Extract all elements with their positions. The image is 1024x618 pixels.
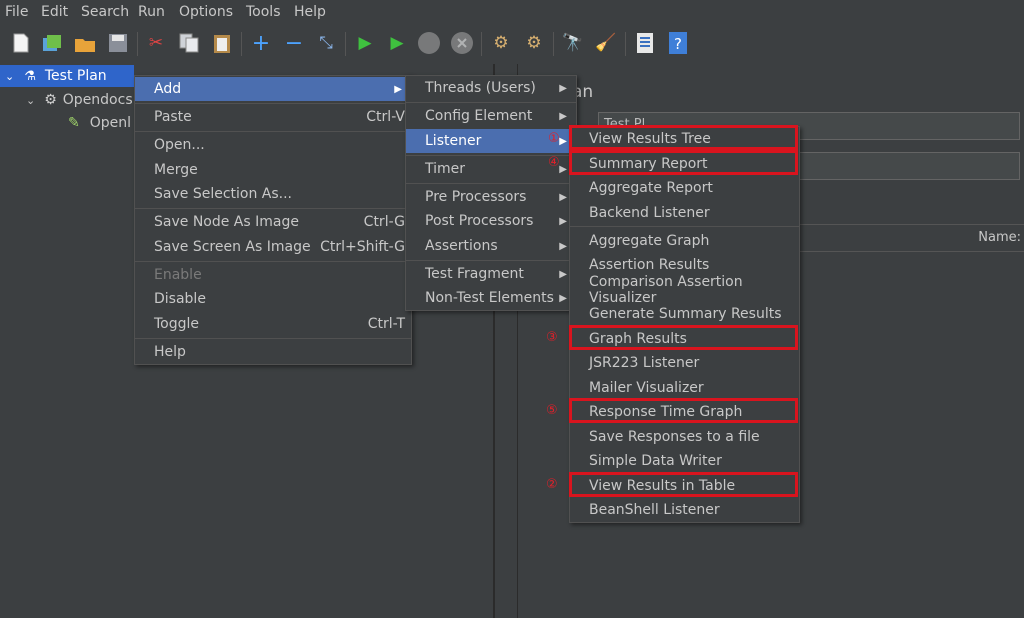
chevron-right-icon: ▶ — [559, 110, 567, 122]
listener-item-mailer-visualizer[interactable]: Mailer Visualizer — [570, 376, 799, 400]
tree-node-sampler[interactable]: ✎ Openl — [68, 112, 131, 134]
menu-tools[interactable]: Tools — [246, 4, 281, 20]
chevron-right-icon: ▶ — [559, 240, 567, 252]
paste-icon[interactable] — [210, 31, 234, 55]
svg-text:?: ? — [674, 35, 682, 53]
flask-icon: ⚗ — [24, 68, 36, 84]
submenu-item-post-processors[interactable]: Post Processors ▶ — [406, 209, 576, 233]
listener-item-save-responses[interactable]: Save Responses to a file — [570, 425, 799, 449]
shutdown-icon[interactable] — [450, 31, 474, 55]
marker-3: ③ — [546, 330, 558, 345]
menu-item-paste[interactable]: Paste Ctrl-V — [135, 105, 411, 129]
menu-run[interactable]: Run — [138, 4, 165, 20]
toolbar: ✂ + − ⤡ ▶ ▶ ⚙ ⚙ 🔭 🧹 ? — [0, 26, 1024, 62]
menu-item-save-selection[interactable]: Save Selection As... — [135, 182, 411, 206]
tree-node-test-plan[interactable]: ⌄ ⚗ Test Plan — [0, 65, 134, 87]
context-menu: Add ▶ Paste Ctrl-V Open... Merge Save Sele… — [134, 75, 412, 365]
expand-icon[interactable]: + — [249, 31, 273, 56]
submenu-item-config-element[interactable]: Config Element ▶ — [406, 104, 576, 128]
marker-5: ⑤ — [546, 403, 558, 418]
gear-icon: ⚙ — [44, 92, 57, 108]
menu-options[interactable]: Options — [179, 4, 233, 20]
marker-2: ② — [546, 477, 558, 492]
menu-help[interactable]: Help — [294, 4, 326, 20]
clear-all-icon[interactable]: ⚙ — [522, 31, 546, 55]
listener-item-backend-listener[interactable]: Backend Listener — [570, 201, 799, 225]
save-icon[interactable] — [106, 31, 130, 55]
listener-item-view-results-in-table[interactable]: View Results in Table — [570, 474, 799, 498]
menu-item-help[interactable]: Help — [135, 340, 411, 364]
menu-file[interactable]: File — [5, 4, 28, 20]
reset-search-icon[interactable]: 🧹 — [594, 31, 618, 55]
listener-item-jsr223-listener[interactable]: JSR223 Listener — [570, 351, 799, 375]
chevron-right-icon: ▶ — [559, 268, 567, 280]
help-icon[interactable]: ? — [666, 31, 690, 55]
stop-icon[interactable] — [417, 31, 441, 55]
marker-4: ④ — [548, 155, 560, 170]
submenu-item-assertions[interactable]: Assertions ▶ — [406, 234, 576, 258]
clear-icon[interactable]: ⚙ — [489, 31, 513, 55]
start-no-pauses-icon[interactable]: ▶ — [385, 31, 409, 55]
chevron-right-icon: ▶ — [559, 135, 567, 147]
listener-submenu: View Results Tree Summary Report Aggrega… — [569, 126, 800, 523]
search-icon[interactable]: 🔭 — [561, 31, 585, 55]
collapse-icon[interactable]: − — [282, 31, 306, 56]
submenu-item-pre-processors[interactable]: Pre Processors ▶ — [406, 185, 576, 209]
menu-item-open[interactable]: Open... — [135, 133, 411, 157]
listener-item-generate-summary-results[interactable]: Generate Summary Results — [570, 302, 799, 326]
tree-node-thread-group[interactable]: ⌄ ⚙ Opendocs — [26, 89, 133, 111]
function-helper-icon[interactable] — [633, 31, 657, 55]
chevron-right-icon: ▶ — [559, 215, 567, 227]
listener-item-response-time-graph[interactable]: Response Time Graph — [570, 400, 799, 424]
chevron-down-icon[interactable]: ⌄ — [5, 70, 14, 83]
menu-item-disable[interactable]: Disable — [135, 287, 411, 311]
templates-icon[interactable] — [40, 31, 64, 55]
submenu-item-threads[interactable]: Threads (Users) ▶ — [406, 76, 576, 100]
cut-icon[interactable]: ✂ — [144, 31, 168, 55]
start-icon[interactable]: ▶ — [353, 31, 377, 55]
menu-item-save-node-image[interactable]: Save Node As Image Ctrl-G — [135, 210, 411, 234]
listener-item-graph-results[interactable]: Graph Results — [570, 327, 799, 351]
marker-1: ① — [548, 131, 560, 146]
menu-edit[interactable]: Edit — [41, 4, 68, 20]
listener-item-comparison-assertion-visualizer[interactable]: Comparison Assertion Visualizer — [570, 274, 799, 306]
chevron-right-icon: ▶ — [559, 292, 567, 304]
menu-item-toggle[interactable]: Toggle Ctrl-T — [135, 312, 411, 336]
submenu-item-non-test-elements[interactable]: Non-Test Elements ▶ — [406, 286, 576, 310]
listener-item-aggregate-report[interactable]: Aggregate Report — [570, 176, 799, 200]
open-icon[interactable] — [73, 31, 97, 55]
listener-item-beanshell-listener[interactable]: BeanShell Listener — [570, 498, 799, 522]
new-icon[interactable] — [9, 31, 33, 55]
menu-bar: File Edit Search Run Options Tools Help — [0, 0, 1024, 24]
chevron-right-icon: ▶ — [559, 191, 567, 203]
toggle-icon[interactable]: ⤡ — [314, 31, 338, 55]
copy-icon[interactable] — [177, 31, 201, 55]
chevron-right-icon: ▶ — [394, 83, 402, 95]
submenu-item-test-fragment[interactable]: Test Fragment ▶ — [406, 262, 576, 286]
menu-item-enable: Enable — [154, 267, 202, 283]
menu-search[interactable]: Search — [81, 4, 129, 20]
listener-item-summary-report[interactable]: Summary Report — [570, 152, 799, 176]
chevron-right-icon: ▶ — [559, 163, 567, 175]
chevron-down-icon[interactable]: ⌄ — [26, 94, 35, 107]
menu-item-add[interactable]: Add ▶ — [135, 77, 411, 101]
pipette-icon: ✎ — [68, 115, 80, 131]
listener-item-simple-data-writer[interactable]: Simple Data Writer — [570, 449, 799, 473]
add-submenu: Threads (Users) ▶ Config Element ▶ Listene… — [405, 75, 577, 311]
menu-item-save-screen-image[interactable]: Save Screen As Image Ctrl+Shift-G — [135, 235, 411, 259]
listener-item-view-results-tree[interactable]: View Results Tree — [570, 127, 799, 151]
menu-item-merge[interactable]: Merge — [135, 158, 411, 182]
listener-item-aggregate-graph[interactable]: Aggregate Graph — [570, 229, 799, 253]
chevron-right-icon: ▶ — [559, 82, 567, 94]
